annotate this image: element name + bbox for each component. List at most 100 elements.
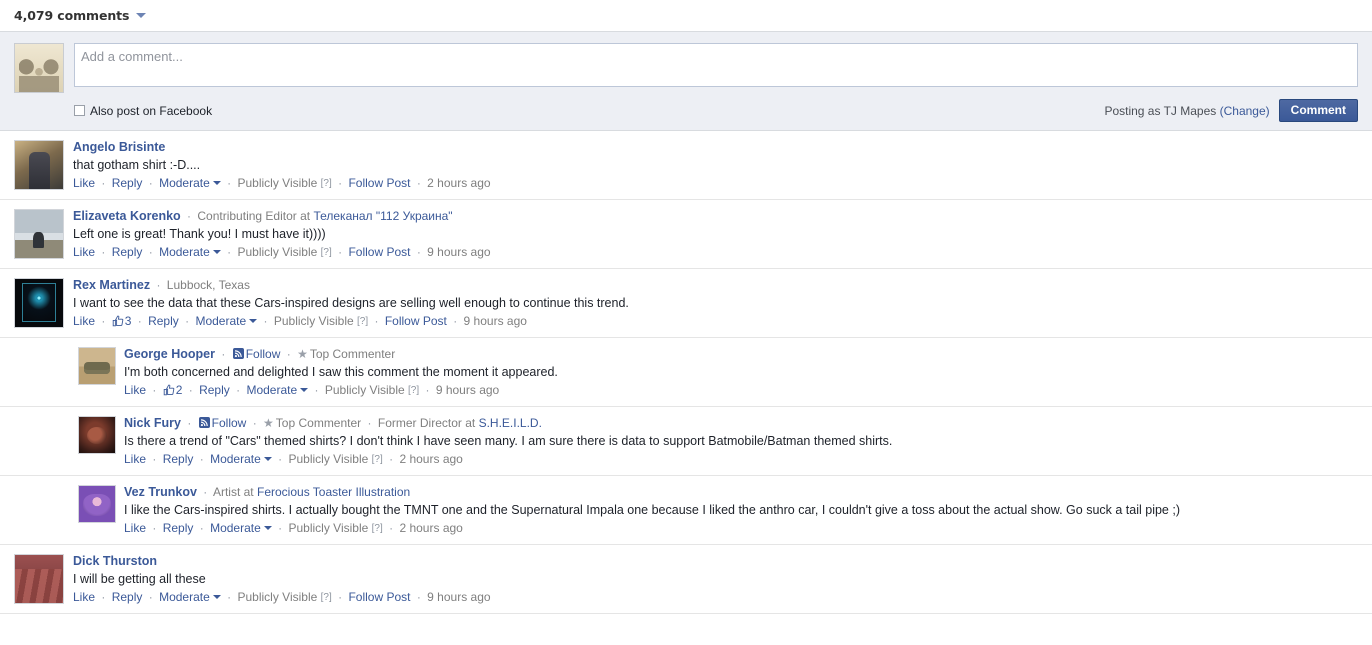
avatar[interactable] (14, 140, 64, 190)
separator-dot: · (453, 314, 458, 328)
help-icon[interactable]: [?] (357, 316, 368, 327)
also-post-on-facebook-checkbox[interactable]: Also post on Facebook (74, 104, 212, 118)
comment-author-link[interactable]: Angelo Brisinte (73, 140, 165, 154)
affiliation-link[interactable]: Телеканал "112 Украина" (313, 209, 452, 223)
separator-dot: · (152, 521, 157, 535)
separator-dot: · (199, 521, 204, 535)
avatar[interactable] (14, 554, 64, 604)
like-button[interactable]: Like (73, 176, 95, 190)
help-icon[interactable]: [?] (408, 385, 419, 396)
comment-item: Angelo Brisinte that gotham shirt :-D....… (0, 131, 1372, 199)
separator-dot: · (148, 590, 153, 604)
like-button[interactable]: Like (124, 521, 146, 535)
reply-button[interactable]: Reply (199, 383, 230, 397)
chevron-down-icon[interactable] (136, 13, 147, 18)
search-input comment-input[interactable] (74, 43, 1358, 87)
reply-button[interactable]: Reply (148, 314, 179, 328)
moderate-button[interactable]: Moderate (195, 314, 258, 328)
comment-author-link[interactable]: Vez Trunkov (124, 485, 197, 499)
follow-link[interactable]: Follow (212, 416, 247, 430)
chevron-down-icon[interactable] (263, 526, 272, 530)
comment-author-link[interactable]: George Hooper (124, 347, 215, 361)
chevron-down-icon[interactable] (212, 595, 221, 599)
comment-author-link[interactable]: Nick Fury (124, 416, 181, 430)
follow-link[interactable]: Follow (246, 347, 281, 361)
like-count-value: 2 (175, 383, 183, 397)
like-button[interactable]: Like (124, 452, 146, 466)
comment-item: Dick Thurston I will be getting all these… (0, 544, 1372, 613)
help-icon[interactable]: [?] (321, 178, 332, 189)
like-button[interactable]: Like (73, 245, 95, 259)
help-icon[interactable]: [?] (372, 523, 383, 534)
affiliation-text: Former Director at (377, 416, 476, 430)
moderate-button[interactable]: Moderate (210, 521, 272, 535)
comments-count: 4,079 comments (14, 8, 130, 23)
reply-item: George Hooper · Follow · ★ Top Commenter I… (0, 337, 1372, 406)
help-icon[interactable]: [?] (321, 592, 332, 603)
chevron-down-icon[interactable] (300, 388, 309, 392)
chevron-down-icon[interactable] (263, 457, 272, 461)
avatar[interactable] (78, 416, 116, 454)
comment-header: Angelo Brisinte (73, 140, 1358, 155)
reply-button[interactable]: Reply (163, 521, 194, 535)
comment-header: George Hooper · Follow · ★ Top Commenter (124, 347, 1358, 362)
moderate-button[interactable]: Moderate (159, 245, 221, 259)
reply-button[interactable]: Reply (112, 590, 143, 604)
avatar[interactable] (14, 209, 64, 259)
avatar[interactable] (14, 278, 64, 328)
follow-post-button[interactable]: Follow Post (348, 590, 410, 604)
like-button[interactable]: Like (124, 383, 146, 397)
comment-author-link[interactable]: Dick Thurston (73, 554, 157, 568)
comment-actions: Like · Reply · Moderate · Publicly Visib… (73, 245, 1358, 260)
comment-text: Left one is great! Thank you! I must hav… (73, 227, 326, 241)
follow-post-button[interactable]: Follow Post (348, 245, 410, 259)
follow-post-button[interactable]: Follow Post (348, 176, 410, 190)
rss-follow-icon[interactable] (232, 348, 244, 359)
comment-text: I will be getting all these (73, 572, 206, 586)
affiliation-link[interactable]: Ferocious Toaster Illustration (257, 485, 410, 499)
chevron-down-icon[interactable] (249, 319, 258, 323)
separator-dot: · (152, 452, 157, 466)
moderate-button[interactable]: Moderate (246, 383, 309, 397)
reply-button[interactable]: Reply (112, 176, 143, 190)
reply-button[interactable]: Reply (112, 245, 143, 259)
avatar[interactable] (78, 485, 116, 523)
comment-body: Rex Martinez · Lubbock, Texas I want to s… (73, 278, 1358, 329)
comment-item: Rex Martinez · Lubbock, Texas I want to s… (0, 268, 1372, 337)
reply-button[interactable]: Reply (163, 452, 194, 466)
help-icon[interactable]: [?] (372, 454, 383, 465)
comment-body: Nick Fury · Follow · ★ Top Commenter · Fo… (124, 416, 1358, 467)
avatar[interactable] (78, 347, 116, 385)
affiliation-link[interactable]: S.H.E.I.L.D. (479, 416, 542, 430)
follow-post-button[interactable]: Follow Post (385, 314, 447, 328)
separator-dot: · (101, 590, 106, 604)
avatar (14, 43, 64, 93)
visibility-label: Publicly Visible (237, 245, 318, 259)
moderate-button[interactable]: Moderate (159, 590, 221, 604)
comment-submit-button[interactable]: Comment (1278, 99, 1358, 122)
change-identity-link[interactable]: (Change) (1220, 104, 1270, 118)
checkbox-box[interactable] (74, 105, 85, 116)
comment-header: Dick Thurston (73, 554, 1358, 569)
separator-dot: · (227, 590, 232, 604)
separator-dot: · (425, 383, 430, 397)
separator-dot: · (314, 383, 319, 397)
comment-actions: Like · 3 · Reply · Moderate · Publicly V… (73, 314, 1358, 329)
timestamp: 9 hours ago (435, 383, 500, 397)
comment-author-link[interactable]: Elizaveta Korenko (73, 209, 181, 223)
separator-dot: · (148, 176, 153, 190)
like-button[interactable]: Like (73, 590, 95, 604)
help-icon[interactable]: [?] (321, 247, 332, 258)
like-button[interactable]: Like (73, 314, 95, 328)
list-bottom-divider (0, 613, 1372, 614)
posting-as-text: Posting as TJ Mapes (1104, 103, 1217, 118)
comment-author-link[interactable]: Rex Martinez (73, 278, 150, 292)
timestamp: 9 hours ago (427, 590, 491, 604)
comment-body: Angelo Brisinte that gotham shirt :-D....… (73, 140, 1358, 191)
moderate-button[interactable]: Moderate (159, 176, 221, 190)
rss-follow-icon[interactable] (198, 417, 210, 428)
chevron-down-icon[interactable] (212, 250, 221, 254)
moderate-button[interactable]: Moderate (210, 452, 272, 466)
separator-dot: · (187, 416, 192, 430)
chevron-down-icon[interactable] (212, 181, 221, 185)
